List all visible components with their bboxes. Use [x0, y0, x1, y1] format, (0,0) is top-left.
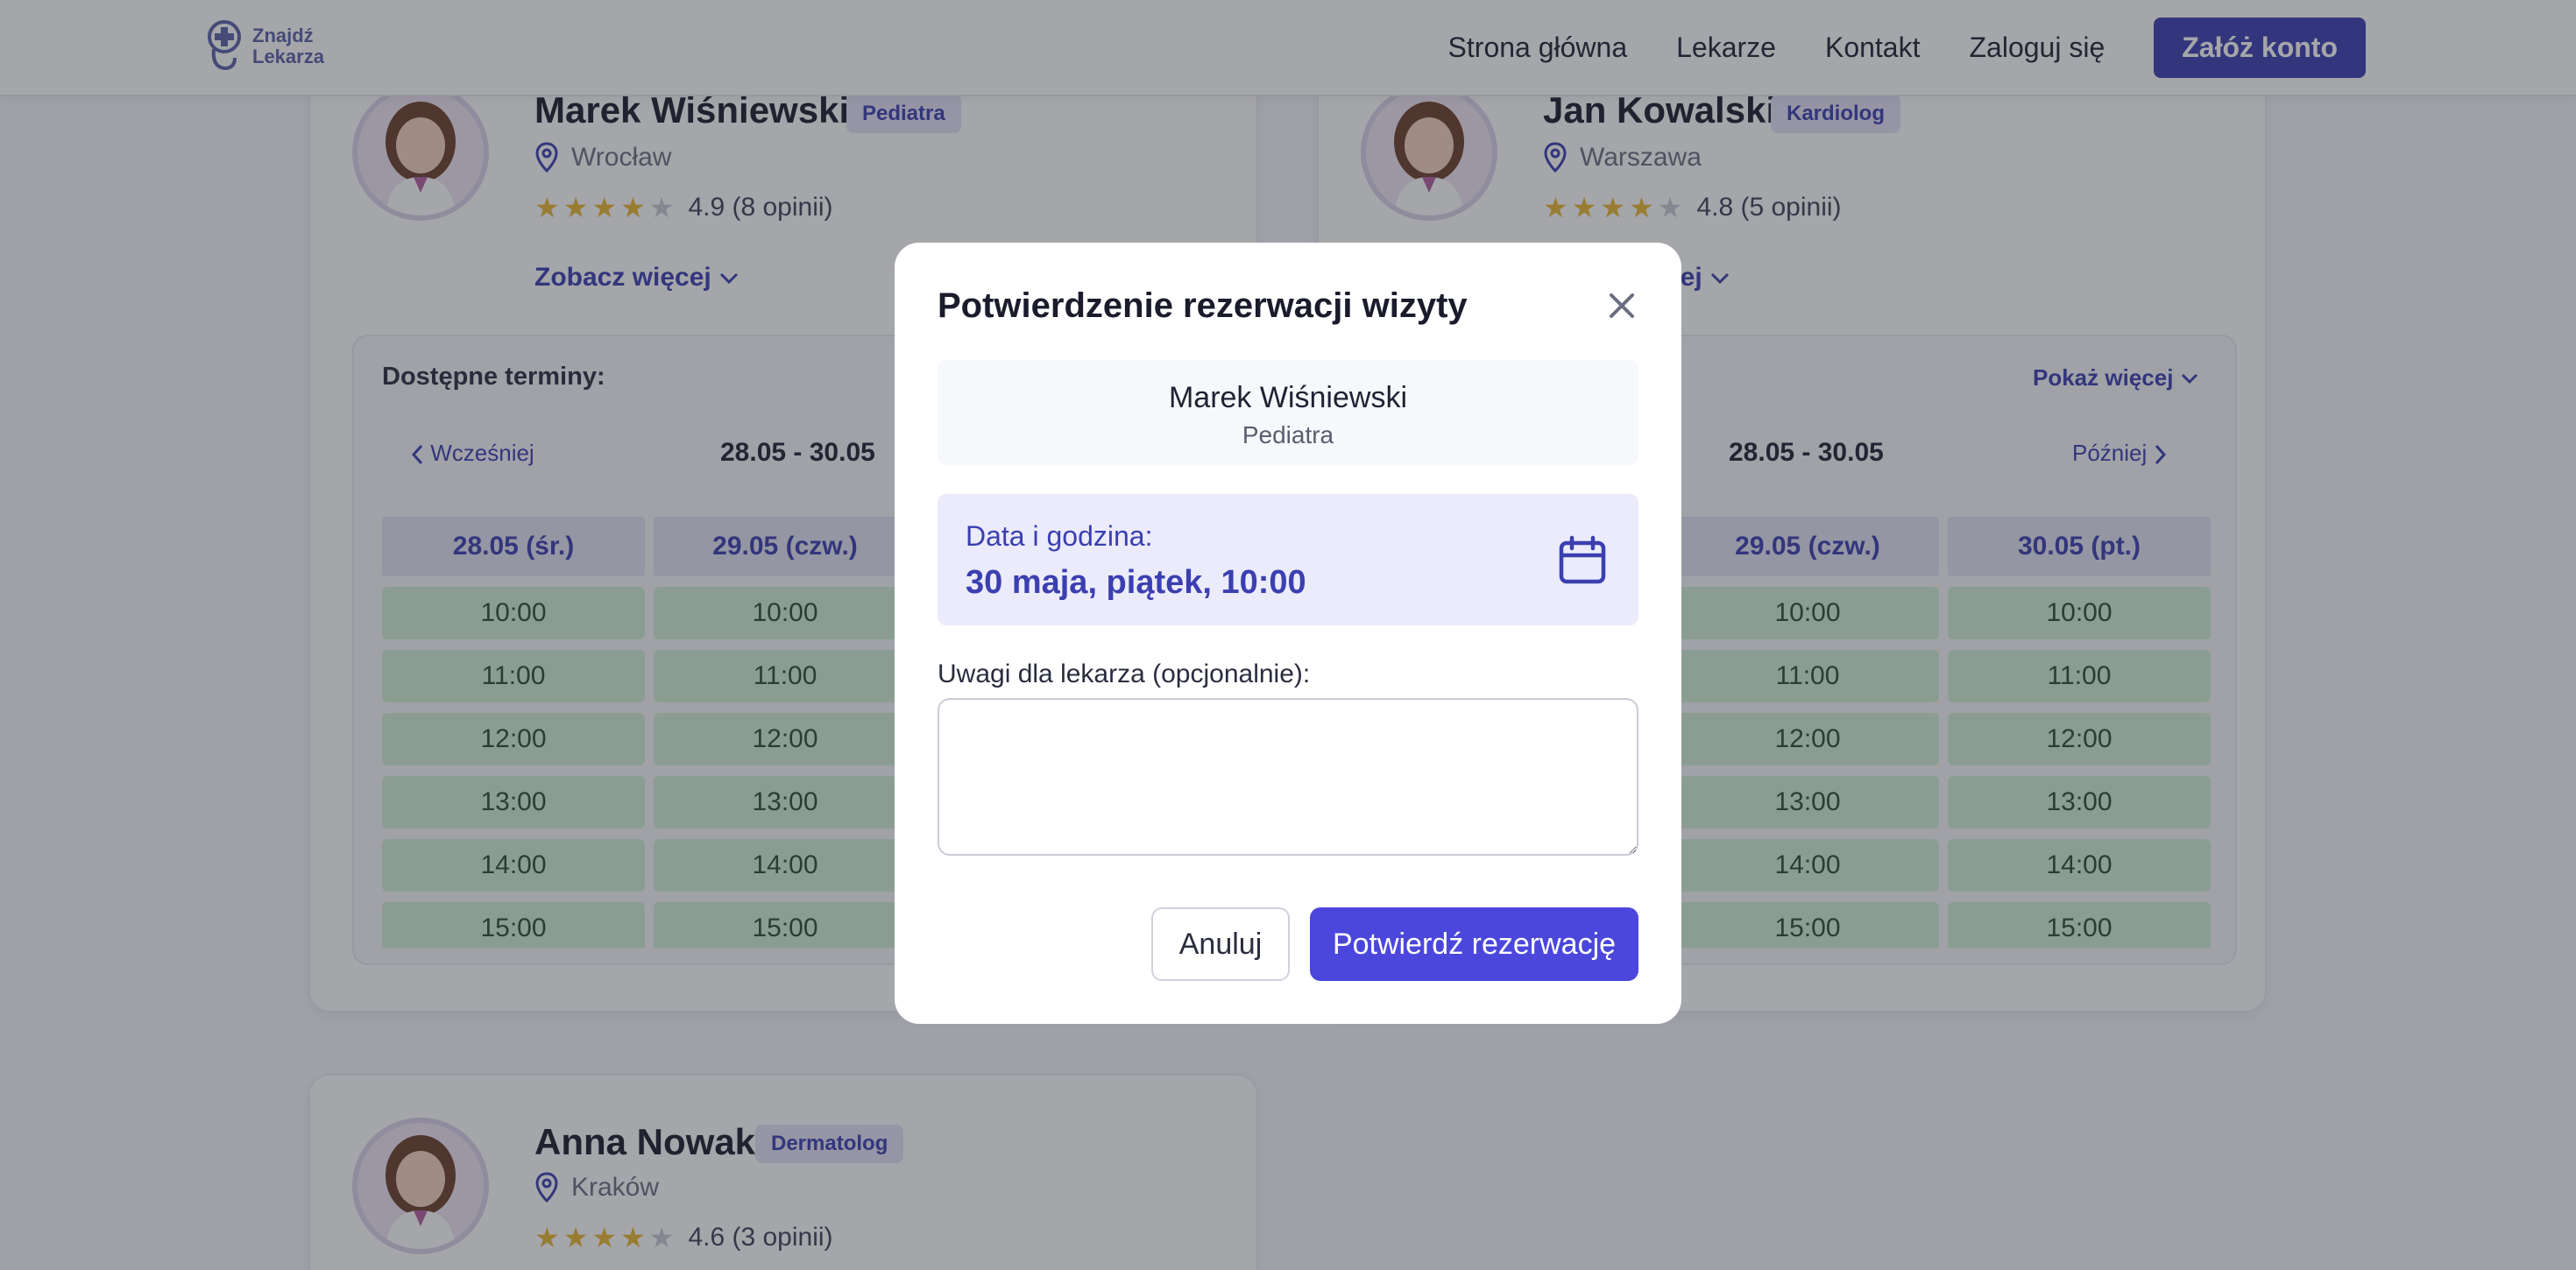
calendar-icon [1559, 535, 1606, 584]
booking-confirmation-modal: Potwierdzenie rezerwacji wizyty Marek Wi… [895, 243, 1681, 1024]
confirm-booking-button[interactable]: Potwierdź rezerwację [1310, 907, 1638, 981]
datetime-label: Data i godzina: [966, 520, 1153, 552]
selected-datetime: Data i godzina: 30 maja, piątek, 10:00 [938, 494, 1638, 625]
close-icon[interactable] [1604, 288, 1639, 323]
notes-textarea[interactable] [938, 698, 1638, 856]
datetime-value: 30 maja, piątek, 10:00 [966, 564, 1306, 601]
selected-doctor: Marek Wiśniewski Pediatra [938, 360, 1638, 465]
selected-doctor-specialty: Pediatra [1242, 421, 1334, 448]
modal-title: Potwierdzenie rezerwacji wizyty [938, 286, 1468, 325]
cancel-button[interactable]: Anuluj [1151, 907, 1290, 981]
notes-label: Uwagi dla lekarza (opcjonalnie): [938, 660, 1311, 688]
selected-doctor-name: Marek Wiśniewski [1168, 381, 1408, 414]
